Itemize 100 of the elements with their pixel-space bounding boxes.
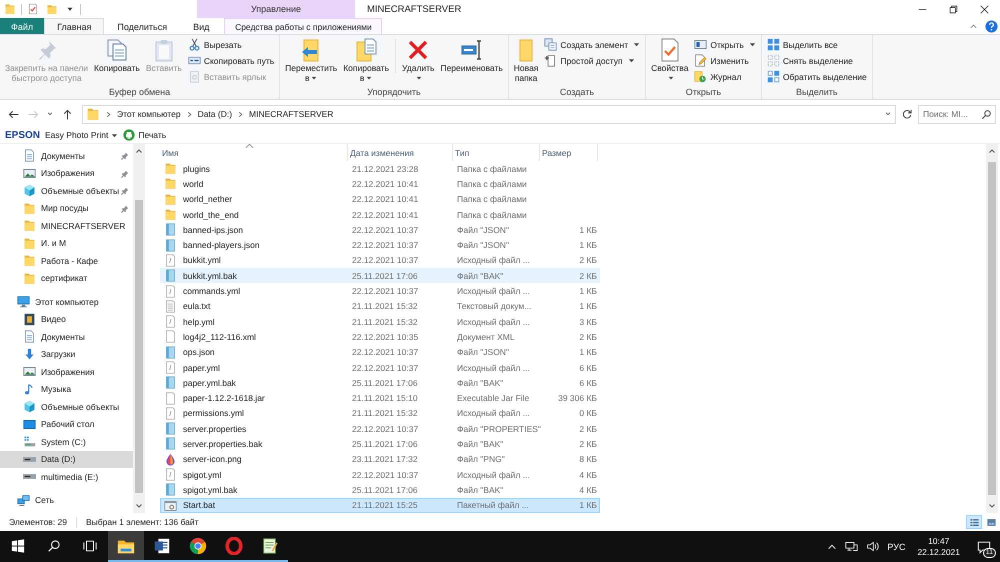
breadcrumb[interactable]: Этот компьютер: [117, 109, 181, 119]
nav-item[interactable]: Рабочий стол: [0, 416, 133, 433]
file-row[interactable]: permissions.yml 21.11.2021 15:32 Исходный файл ... 0 КБ: [160, 406, 600, 422]
scrollbar-thumb[interactable]: [988, 162, 996, 495]
nav-item[interactable]: Документы: [0, 328, 133, 346]
nav-item[interactable]: сертификат: [0, 270, 133, 287]
ribbon-button[interactable]: Журнал: [692, 69, 758, 84]
file-date: 22.12.2021 10:41: [351, 210, 420, 220]
file-row[interactable]: paper.yml.bak 25.11.2021 17:06 Файл "BAK" 6 КБ: [160, 375, 600, 390]
print-button[interactable]: Печать: [123, 129, 166, 141]
nav-item[interactable]: И. и М: [0, 234, 133, 252]
folder-icon: [164, 192, 177, 206]
file-date: 21.11.2021 15:10: [351, 393, 419, 404]
ribbon-tab[interactable]: Главная: [44, 18, 104, 34]
file-row[interactable]: banned-ips.json 22.12.2021 10:37 Файл "JSON" 1 КБ: [160, 222, 600, 238]
address-bar[interactable]: Этот компьютер Data (D:) MINECRAFTSERVER: [82, 104, 896, 124]
file-row[interactable]: ops.json 22.12.2021 10:37 Файл "JSON" 1 КБ: [160, 344, 600, 360]
ribbon-button[interactable]: Переместить в: [283, 37, 340, 84]
file-row[interactable]: world_the_end 22.12.2021 10:41 Папка с файлами: [160, 206, 600, 222]
nav-item[interactable]: multimedia (E:): [0, 468, 133, 486]
file-row[interactable]: spigot.yml 22.12.2021 10:37 Исходный файл ... 4 КБ: [160, 466, 600, 482]
ribbon-button[interactable]: Простой доступ: [542, 53, 642, 68]
nav-item[interactable]: Изображения: [0, 363, 133, 380]
ribbon-button[interactable]: Снять выделение: [764, 53, 869, 68]
file-row[interactable]: spigot.yml.bak 25.11.2021 17:06 Файл "BAK" 4 КБ: [160, 482, 600, 498]
nav-item[interactable]: Объемные объекты: [0, 182, 133, 200]
file-row[interactable]: paper-1.12.2-1618.jar 21.11.2021 15:10 Executable Jar File 39 306 КБ: [160, 390, 600, 406]
nav-item-label: Data (D:): [41, 454, 76, 464]
context-tab-header: Управление: [197, 0, 355, 18]
circle-icon: [189, 536, 207, 554]
file-row[interactable]: log4j2_112-116.xml 22.12.2021 10:35 Документ XML 2 КБ: [160, 329, 600, 345]
nav-item[interactable]: Объемные объекты: [0, 398, 133, 416]
nav-item[interactable]: Изображения: [0, 164, 133, 182]
ribbon-button[interactable]: Вырезать: [186, 37, 276, 52]
ribbon-button[interactable]: Скопировать путь: [186, 53, 276, 68]
file-menu-tab[interactable]: Файл: [0, 18, 44, 34]
file-row[interactable]: world 22.12.2021 10:41 Папка с файлами: [160, 176, 600, 192]
search-field[interactable]: Поиск: MI...: [918, 104, 996, 124]
ribbon-tab[interactable]: Средства работы с приложениями: [224, 18, 382, 34]
nav-item-label: Изображения: [41, 366, 94, 377]
clock[interactable]: 10:47 22.12.2021: [909, 531, 968, 562]
nav-item[interactable]: System (C:): [0, 433, 133, 450]
file-row[interactable]: banned-players.json 22.12.2021 10:37 Файл "JSON" 1 КБ: [160, 237, 600, 253]
language-indicator[interactable]: РУС: [883, 531, 910, 562]
ribbon-button[interactable]: Новая папка: [512, 37, 540, 84]
scrollbar-thumb[interactable]: [135, 200, 143, 493]
grid-icon: [766, 54, 780, 67]
nav-item[interactable]: Data (D:): [0, 450, 133, 468]
ribbon-button[interactable]: Копировать в: [341, 37, 392, 84]
ribbon-tab[interactable]: Поделиться: [104, 18, 180, 34]
ribbon-button[interactable]: Выделить все: [764, 37, 869, 52]
file-type: Исходный файл ...: [456, 316, 531, 327]
nav-item[interactable]: Музыка: [0, 380, 133, 398]
ribbon-button[interactable]: Обратить выделение: [764, 69, 869, 84]
clock-date: 22.12.2021: [917, 546, 960, 558]
drive-icon: [23, 435, 36, 448]
nav-item[interactable]: Мир посуды: [0, 200, 133, 217]
folder-icon: [164, 177, 177, 190]
breadcrumb[interactable]: MINECRAFTSERVER: [249, 109, 334, 119]
new-item-icon: [544, 38, 558, 51]
file-row[interactable]: bukkit.yml 22.12.2021 10:37 Исходный файл ... 2 КБ: [160, 252, 600, 268]
file-row[interactable]: Start.bat 21.11.2021 15:25 Пакетный файл ... 1 КБ: [160, 498, 600, 513]
file-icon: [164, 392, 177, 405]
ribbon-tab[interactable]: Вид: [180, 18, 222, 34]
ribbon-button[interactable]: Переименовать: [438, 37, 505, 74]
ribbon-button[interactable]: Изменить: [692, 53, 758, 68]
column-header[interactable]: Имя: [160, 144, 348, 161]
batch-file-icon: [164, 498, 177, 512]
file-row[interactable]: server-icon.png 23.11.2021 17:32 Файл "PNG" 8 КБ: [160, 452, 600, 467]
scrollbar[interactable]: [133, 144, 145, 513]
photo-print-menu[interactable]: Easy Photo Print: [45, 130, 118, 140]
ribbon-button[interactable]: Открыть: [692, 37, 758, 52]
ribbon-button[interactable]: Копировать: [92, 37, 142, 74]
folder-icon: [164, 162, 177, 176]
file-row[interactable]: bukkit.yml.bak 25.11.2021 17:06 Файл "BAK" 2 КБ: [160, 268, 600, 284]
column-header[interactable]: Размер: [540, 144, 598, 161]
nav-item[interactable]: MINECRAFTSERVER: [0, 217, 133, 234]
ribbon-button[interactable]: Удалить: [400, 37, 436, 84]
nav-item[interactable]: Документы: [0, 147, 133, 164]
nav-item[interactable]: Видео: [0, 310, 133, 328]
scrollbar[interactable]: [986, 144, 998, 513]
breadcrumb[interactable]: Data (D:): [198, 109, 232, 119]
file-row[interactable]: plugins 21.12.2021 23:28 Папка с файлами: [160, 161, 600, 176]
nav-item[interactable]: Этот компьютер: [0, 293, 133, 310]
file-row[interactable]: help.yml 21.11.2021 15:32 Исходный файл ... 3 КБ: [160, 314, 600, 330]
ribbon-button[interactable]: Создать элемент: [542, 37, 642, 52]
file-row[interactable]: world_nether 22.12.2021 10:41 Папка с файлами: [160, 192, 600, 207]
file-row[interactable]: commands.yml 22.12.2021 10:37 Исходный файл ... 1 КБ: [160, 283, 600, 299]
file-row[interactable]: paper.yml 22.12.2021 10:37 Исходный файл ... 6 КБ: [160, 360, 600, 376]
view-button[interactable]: [966, 515, 982, 529]
nav-item[interactable]: Работа - Кафе: [0, 252, 133, 270]
file-row[interactable]: server.properties.bak 25.11.2021 17:06 Файл "BAK" 2 КБ: [160, 436, 600, 452]
file-row[interactable]: eula.txt 21.11.2021 15:32 Текстовый докум... 1 КБ: [160, 298, 600, 314]
file-row[interactable]: server.properties 22.12.2021 10:37 Файл "PROPERTIES" 2 КБ: [160, 421, 600, 436]
ribbon-button[interactable]: Свойства: [649, 37, 690, 84]
nav-item[interactable]: Загрузки: [0, 346, 133, 363]
taskbar-app[interactable]: [108, 531, 144, 562]
nav-item[interactable]: Сеть: [0, 492, 133, 509]
column-header[interactable]: Тип: [453, 144, 540, 161]
column-header[interactable]: Дата изменения: [348, 144, 453, 161]
